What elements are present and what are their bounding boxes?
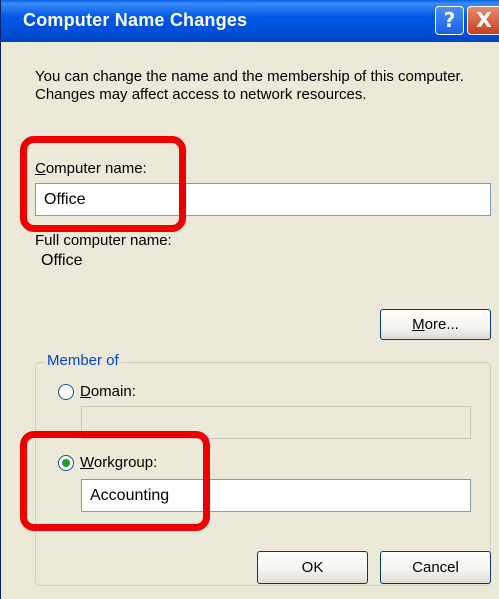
description-text: You can change the name and the membersh… [35,68,464,103]
workgroup-highlight [20,431,210,531]
domain-radio[interactable] [58,384,74,400]
ok-button[interactable]: OK [257,551,368,584]
computer-name-highlight [20,136,186,232]
full-computer-name-value: Office [41,252,83,269]
close-button[interactable]: X [467,6,499,35]
domain-label: Domain: [80,383,136,400]
close-icon: X [476,8,492,32]
title-bar[interactable]: Computer Name Changes ? X [1,0,499,42]
help-button[interactable]: ? [435,6,464,35]
more-button[interactable]: More... [380,309,491,340]
question-mark-icon: ? [443,8,456,32]
full-computer-name-label: Full computer name: [35,232,172,249]
cancel-button[interactable]: Cancel [380,551,491,584]
dialog-title: Computer Name Changes [23,10,248,30]
member-of-title: Member of [45,352,121,369]
